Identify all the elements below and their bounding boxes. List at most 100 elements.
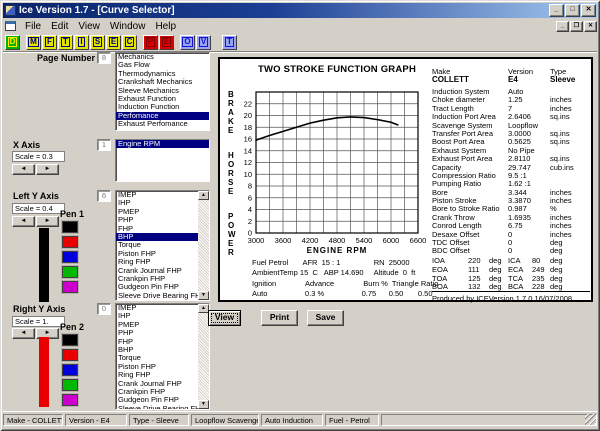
svg-text:6600: 6600: [410, 236, 427, 245]
scroll-down-icon[interactable]: ▼: [198, 400, 209, 409]
status-panel: Auto Induction: [261, 414, 323, 426]
x-scale-increase-button[interactable]: ►: [36, 164, 59, 175]
pen-color-swatch[interactable]: [62, 379, 78, 391]
toolbar-button-O[interactable]: O: [180, 35, 195, 50]
list-item[interactable]: Sleeve Drive Bearing FHP: [116, 292, 198, 300]
right-y-axis-index: 0: [97, 303, 111, 315]
svg-text:R: R: [228, 169, 234, 178]
status-panel: Make - COLLETT: [3, 414, 63, 426]
pen1-label: Pen 1: [60, 209, 84, 219]
svg-text:E: E: [228, 187, 234, 196]
maximize-button[interactable]: □: [565, 4, 580, 17]
pen-color-swatch[interactable]: [62, 349, 78, 361]
status-bar: Make - COLLETTVersion - E4Type - SleeveL…: [3, 411, 597, 427]
child-window-icon[interactable]: [5, 21, 16, 31]
right-y-scale-decrease-button[interactable]: ◄: [12, 328, 35, 339]
pen-color-swatch[interactable]: [62, 251, 78, 263]
pen-color-swatch[interactable]: [62, 394, 78, 406]
menu-item-edit[interactable]: Edit: [46, 20, 73, 33]
svg-text:12: 12: [244, 158, 252, 167]
right-y-axis-list: IMEPIHPPMEPPHPFHPBHPTorquePiston FHPRing…: [115, 303, 210, 410]
view-button[interactable]: View: [208, 310, 241, 326]
svg-text:4800: 4800: [329, 236, 346, 245]
toolbar-button-S[interactable]: S: [90, 35, 105, 50]
status-filler: [381, 414, 597, 426]
list-item[interactable]: Exhaust Perfomance: [116, 120, 209, 128]
svg-text:6000: 6000: [383, 236, 400, 245]
menu-item-window[interactable]: Window: [105, 20, 151, 33]
x-scale-decrease-button[interactable]: ◄: [12, 164, 35, 175]
svg-text:H: H: [228, 151, 234, 160]
toolbar-button-P[interactable]: P: [143, 35, 158, 50]
toolbar: DMFTISECPEOVT: [3, 33, 597, 52]
pen-color-swatch[interactable]: [62, 364, 78, 376]
svg-text:O: O: [228, 221, 234, 230]
svg-text:K: K: [228, 117, 234, 126]
mdi-restore-button[interactable]: ❐: [570, 21, 583, 32]
pen-color-swatch[interactable]: [62, 334, 78, 346]
right-y-axis-scale: Scale = 1.: [12, 316, 65, 327]
svg-text:20: 20: [244, 111, 252, 120]
menu-bar: FileEditViewWindowHelp _ ❐ ✕: [3, 19, 597, 33]
list-item[interactable]: Sleeve Drive Bearing FHP: [116, 405, 198, 409]
pen2-label: Pen 2: [60, 322, 84, 332]
left-y-scale-decrease-button[interactable]: ◄: [12, 216, 35, 227]
toolbar-button-E[interactable]: E: [106, 35, 121, 50]
svg-text:22: 22: [244, 99, 252, 108]
svg-text:4200: 4200: [302, 236, 319, 245]
produced-by-footer: Produced by ICEVersion 1.7.0 16/07/2008: [432, 291, 590, 303]
svg-text:R: R: [228, 99, 234, 108]
pen-color-swatch[interactable]: [62, 281, 78, 293]
toolbar-button-T[interactable]: T: [58, 35, 73, 50]
svg-text:A: A: [228, 108, 234, 117]
toolbar-button-F[interactable]: F: [42, 35, 57, 50]
chart-footnotes: Fuel Petrol AFR 15 : 1 RN 25000AmbientTe…: [252, 258, 438, 300]
right-y-axis-label: Right Y Axis: [13, 304, 65, 314]
resize-grip[interactable]: [585, 414, 596, 425]
svg-text:W: W: [228, 230, 236, 239]
toolbar-button-T[interactable]: T: [222, 35, 237, 50]
menu-item-help[interactable]: Help: [150, 20, 181, 33]
svg-text:P: P: [228, 212, 234, 221]
left-y-axis-scale: Scale = 0.4: [12, 203, 65, 214]
engine-parameter-row: BDC Offset0deg: [432, 247, 590, 255]
toolbar-button-E[interactable]: E: [159, 35, 174, 50]
left-y-scale-increase-button[interactable]: ►: [36, 216, 59, 227]
chart-footnote-line: Ignition Advance Burn % Triangle Ratio: [252, 279, 438, 289]
toolbar-button-V[interactable]: V: [196, 35, 211, 50]
menu-item-view[interactable]: View: [73, 20, 105, 33]
pen-color-swatch[interactable]: [62, 236, 78, 248]
close-button[interactable]: ✕: [581, 4, 596, 17]
print-button[interactable]: Print: [261, 310, 298, 326]
title-bar[interactable]: Ice Version 1.7 - [Curve Selector] _ □ ✕: [3, 3, 597, 18]
chart-footnote-line: Fuel Petrol AFR 15 : 1 RN 25000: [252, 258, 438, 268]
scroll-down-icon[interactable]: ▼: [198, 291, 209, 300]
toolbar-button-C[interactable]: C: [122, 35, 137, 50]
svg-text:2: 2: [248, 217, 252, 226]
pen2-bar: [39, 337, 49, 407]
menu-items: FileEditViewWindowHelp: [20, 20, 181, 33]
x-axis-label: X Axis: [13, 140, 40, 150]
svg-text:E: E: [228, 239, 234, 248]
scroll-up-icon[interactable]: ▲: [198, 191, 209, 200]
toolbar-button-I[interactable]: I: [74, 35, 89, 50]
mdi-close-button[interactable]: ✕: [584, 21, 597, 32]
toolbar-button-M[interactable]: M: [26, 35, 41, 50]
pen-color-swatch[interactable]: [62, 266, 78, 278]
pen-color-swatch[interactable]: [62, 221, 78, 233]
toolbar-button-D[interactable]: D: [5, 35, 20, 50]
save-button[interactable]: Save: [307, 310, 344, 326]
left-y-axis-index: 6: [97, 190, 111, 202]
chart-footnote-line: AmbientTemp 15 C ABP 14.690 Altitude 0 f…: [252, 268, 438, 278]
function-graph: 2220181614121086420300036004200480054006…: [220, 59, 454, 261]
mdi-minimize-button[interactable]: _: [556, 21, 569, 32]
left-y-scrollbar[interactable]: ▲ ▼: [198, 191, 209, 300]
status-panel: Fuel - Petrol: [325, 414, 379, 426]
left-y-axis-label: Left Y Axis: [13, 191, 59, 201]
menu-item-file[interactable]: File: [20, 20, 46, 33]
svg-text:8: 8: [248, 182, 252, 191]
svg-text:R: R: [228, 248, 234, 257]
svg-text:B: B: [228, 90, 234, 99]
minimize-button[interactable]: _: [549, 4, 564, 17]
list-item[interactable]: Engine RPM: [116, 140, 209, 148]
